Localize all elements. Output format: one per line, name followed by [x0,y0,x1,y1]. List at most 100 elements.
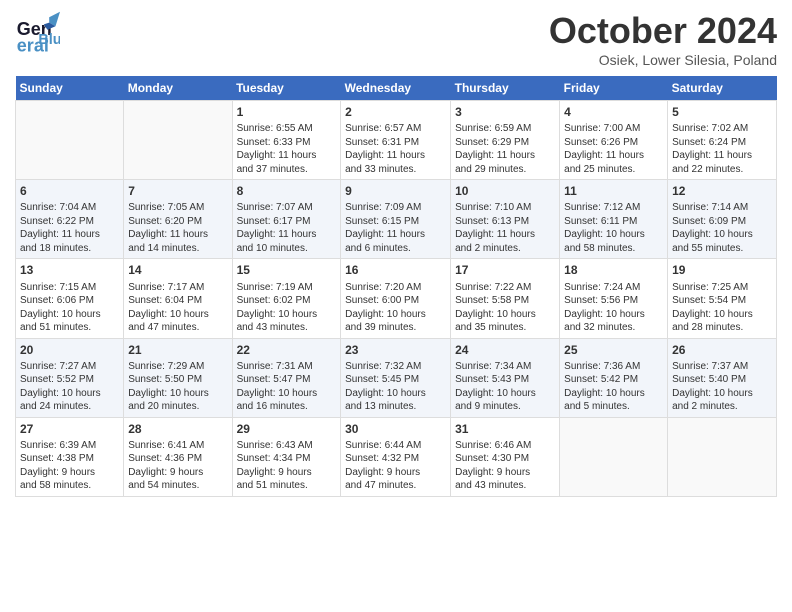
day-number: 23 [345,342,446,358]
day-number: 11 [564,183,663,199]
day-number: 22 [237,342,337,358]
weekday-header-wednesday: Wednesday [341,76,451,101]
day-number: 4 [564,104,663,120]
calendar-cell: 31 Sunrise: 6:46 AM Sunset: 4:30 PM Dayli… [451,417,560,496]
day-info: Sunrise: 6:46 AM Sunset: 4:30 PM Dayligh… [455,439,555,493]
calendar-cell: 12 Sunrise: 7:14 AM Sunset: 6:09 PM Dayli… [668,180,777,259]
calendar-cell: 21 Sunrise: 7:29 AM Sunset: 5:50 PM Dayli… [124,338,232,417]
calendar-cell: 4 Sunrise: 7:00 AM Sunset: 6:26 PM Daylig… [560,101,668,180]
calendar-cell: 19 Sunrise: 7:25 AM Sunset: 5:54 PM Dayli… [668,259,777,338]
day-number: 26 [672,342,772,358]
day-number: 17 [455,262,555,278]
calendar-cell [668,417,777,496]
logo: Gen eral Blue [15,10,60,55]
calendar-body: 1 Sunrise: 6:55 AM Sunset: 6:33 PM Daylig… [16,101,777,497]
calendar-cell: 10Sunrise: 7:10 AM Sunset: 6:13 PM Dayli… [451,180,560,259]
calendar-table: SundayMondayTuesdayWednesdayThursdayFrid… [15,76,777,497]
day-number: 13 [20,262,119,278]
day-number: 5 [672,104,772,120]
weekday-header-friday: Friday [560,76,668,101]
day-info: Sunrise: 7:15 AM Sunset: 6:06 PM Dayligh… [20,281,119,335]
day-number: 18 [564,262,663,278]
calendar-cell: 6 Sunrise: 7:04 AM Sunset: 6:22 PM Daylig… [16,180,124,259]
day-info: Sunrise: 7:25 AM Sunset: 5:54 PM Dayligh… [672,281,772,335]
day-info: Sunrise: 7:17 AM Sunset: 6:04 PM Dayligh… [128,281,227,335]
day-info: Sunrise: 7:32 AM Sunset: 5:45 PM Dayligh… [345,360,446,414]
day-number: 14 [128,262,227,278]
calendar-cell: 18 Sunrise: 7:24 AM Sunset: 5:56 PM Dayli… [560,259,668,338]
title-block: October 2024 Osiek, Lower Silesia, Polan… [549,10,777,68]
day-info: Sunrise: 7:07 AM Sunset: 6:17 PM Dayligh… [237,201,337,255]
calendar-cell: 2Sunrise: 6:57 AM Sunset: 6:31 PM Daylig… [341,101,451,180]
day-number: 21 [128,342,227,358]
calendar-cell [560,417,668,496]
day-number: 24 [455,342,555,358]
calendar-cell: 22 Sunrise: 7:31 AM Sunset: 5:47 PM Dayli… [232,338,341,417]
weekday-header-saturday: Saturday [668,76,777,101]
day-number: 12 [672,183,772,199]
day-number: 1 [237,104,337,120]
day-info: Sunrise: 6:59 AM Sunset: 6:29 PM Dayligh… [455,122,555,176]
day-number: 6 [20,183,119,199]
weekday-header-monday: Monday [124,76,232,101]
calendar-cell: 11 Sunrise: 7:12 AM Sunset: 6:11 PM Dayli… [560,180,668,259]
calendar-cell: 20Sunrise: 7:27 AM Sunset: 5:52 PM Dayli… [16,338,124,417]
day-info: Sunrise: 7:04 AM Sunset: 6:22 PM Dayligh… [20,201,119,255]
day-number: 7 [128,183,227,199]
weekday-header-sunday: Sunday [16,76,124,101]
day-info: Sunrise: 7:02 AM Sunset: 6:24 PM Dayligh… [672,122,772,176]
calendar-cell: 27Sunrise: 6:39 AM Sunset: 4:38 PM Dayli… [16,417,124,496]
day-number: 2 [345,104,446,120]
day-info: Sunrise: 6:55 AM Sunset: 6:33 PM Dayligh… [237,122,337,176]
day-number: 28 [128,421,227,437]
day-info: Sunrise: 7:12 AM Sunset: 6:11 PM Dayligh… [564,201,663,255]
calendar-cell: 25 Sunrise: 7:36 AM Sunset: 5:42 PM Dayli… [560,338,668,417]
calendar-cell: 29 Sunrise: 6:43 AM Sunset: 4:34 PM Dayli… [232,417,341,496]
day-info: Sunrise: 7:20 AM Sunset: 6:00 PM Dayligh… [345,281,446,335]
calendar-cell: 30Sunrise: 6:44 AM Sunset: 4:32 PM Dayli… [341,417,451,496]
day-info: Sunrise: 7:10 AM Sunset: 6:13 PM Dayligh… [455,201,555,255]
day-info: Sunrise: 7:34 AM Sunset: 5:43 PM Dayligh… [455,360,555,414]
day-number: 9 [345,183,446,199]
day-info: Sunrise: 7:24 AM Sunset: 5:56 PM Dayligh… [564,281,663,335]
day-info: Sunrise: 7:22 AM Sunset: 5:58 PM Dayligh… [455,281,555,335]
day-info: Sunrise: 7:05 AM Sunset: 6:20 PM Dayligh… [128,201,227,255]
calendar-cell: 7 Sunrise: 7:05 AM Sunset: 6:20 PM Daylig… [124,180,232,259]
day-info: Sunrise: 7:27 AM Sunset: 5:52 PM Dayligh… [20,360,119,414]
calendar-cell: 1 Sunrise: 6:55 AM Sunset: 6:33 PM Daylig… [232,101,341,180]
calendar-cell: 16 Sunrise: 7:20 AM Sunset: 6:00 PM Dayli… [341,259,451,338]
day-number: 29 [237,421,337,437]
calendar-week-5: 27Sunrise: 6:39 AM Sunset: 4:38 PM Dayli… [16,417,777,496]
day-info: Sunrise: 7:36 AM Sunset: 5:42 PM Dayligh… [564,360,663,414]
day-number: 19 [672,262,772,278]
day-info: Sunrise: 7:31 AM Sunset: 5:47 PM Dayligh… [237,360,337,414]
calendar-week-2: 6 Sunrise: 7:04 AM Sunset: 6:22 PM Daylig… [16,180,777,259]
day-number: 25 [564,342,663,358]
day-number: 16 [345,262,446,278]
location: Osiek, Lower Silesia, Poland [549,52,777,68]
calendar-week-1: 1 Sunrise: 6:55 AM Sunset: 6:33 PM Daylig… [16,101,777,180]
day-info: Sunrise: 7:29 AM Sunset: 5:50 PM Dayligh… [128,360,227,414]
page-header: Gen eral Blue October 2024 Osiek, Lower … [15,10,777,68]
day-info: Sunrise: 6:39 AM Sunset: 4:38 PM Dayligh… [20,439,119,493]
day-number: 8 [237,183,337,199]
day-number: 31 [455,421,555,437]
day-info: Sunrise: 7:19 AM Sunset: 6:02 PM Dayligh… [237,281,337,335]
svg-text:Blue: Blue [38,32,60,48]
calendar-cell: 5 Sunrise: 7:02 AM Sunset: 6:24 PM Daylig… [668,101,777,180]
day-info: Sunrise: 7:37 AM Sunset: 5:40 PM Dayligh… [672,360,772,414]
calendar-cell: 24 Sunrise: 7:34 AM Sunset: 5:43 PM Dayli… [451,338,560,417]
calendar-cell: 14 Sunrise: 7:17 AM Sunset: 6:04 PM Dayli… [124,259,232,338]
day-number: 15 [237,262,337,278]
day-info: Sunrise: 7:14 AM Sunset: 6:09 PM Dayligh… [672,201,772,255]
calendar-cell: 9 Sunrise: 7:09 AM Sunset: 6:15 PM Daylig… [341,180,451,259]
day-info: Sunrise: 6:43 AM Sunset: 4:34 PM Dayligh… [237,439,337,493]
calendar-cell: 26 Sunrise: 7:37 AM Sunset: 5:40 PM Dayli… [668,338,777,417]
day-info: Sunrise: 7:09 AM Sunset: 6:15 PM Dayligh… [345,201,446,255]
calendar-cell: 3Sunrise: 6:59 AM Sunset: 6:29 PM Daylig… [451,101,560,180]
calendar-cell: 13 Sunrise: 7:15 AM Sunset: 6:06 PM Dayli… [16,259,124,338]
day-info: Sunrise: 7:00 AM Sunset: 6:26 PM Dayligh… [564,122,663,176]
day-info: Sunrise: 6:44 AM Sunset: 4:32 PM Dayligh… [345,439,446,493]
calendar-week-4: 20Sunrise: 7:27 AM Sunset: 5:52 PM Dayli… [16,338,777,417]
calendar-cell: 8 Sunrise: 7:07 AM Sunset: 6:17 PM Daylig… [232,180,341,259]
